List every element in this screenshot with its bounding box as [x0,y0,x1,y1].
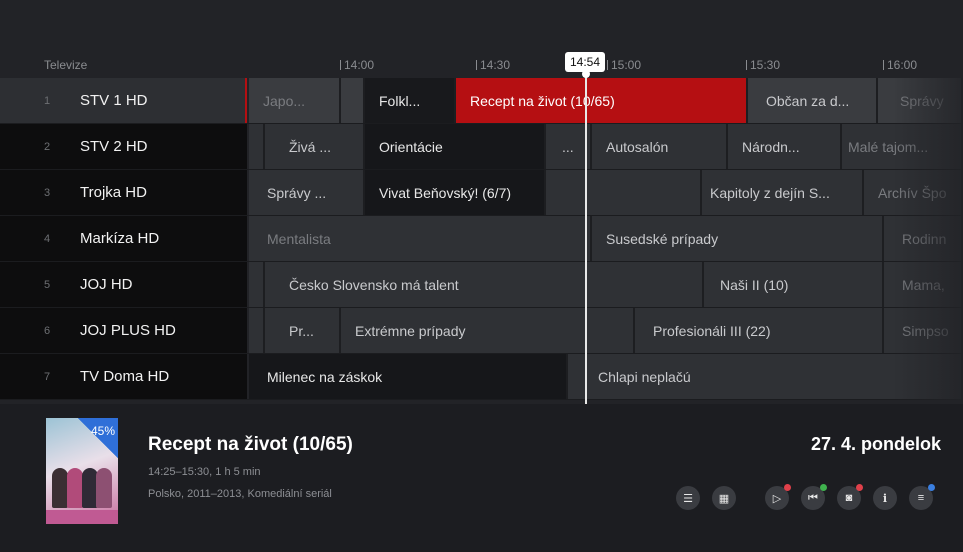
program-slot[interactable]: Občan za d... [748,78,878,123]
channel-name: Trojka HD [80,184,147,201]
program-slot[interactable]: Mama, [884,262,963,307]
poster-strip [46,510,118,524]
channel-name: TV Doma HD [80,368,170,385]
program-slot[interactable] [249,262,265,307]
program-slot-selected[interactable]: Recept na život (10/65) [456,78,748,123]
info-icon[interactable]: i [873,486,897,510]
channel-number: 3 [44,186,51,199]
menu-dot [928,484,935,491]
channel-number: 6 [44,324,51,337]
menu-icon[interactable]: ≡ [909,484,935,510]
program-slot[interactable]: Vivat Beňovský! (6/7) [365,170,546,215]
time-tick: 15:00 [607,58,641,72]
program-poster[interactable]: 45% [46,418,118,524]
channel-name: JOJ PLUS HD [80,322,176,339]
program-slot[interactable]: Naši II (10) [704,262,884,307]
time-tick: 14:00 [340,58,374,72]
program-slot[interactable]: Orientácie [365,124,546,169]
record-dot [856,484,863,491]
channel-number: 7 [44,370,51,383]
channel-number: 1 [44,94,51,107]
restart-icon[interactable]: ⏮ [801,484,827,510]
calendar-icon[interactable]: ▦ [712,486,736,510]
channel-row: 4 Markíza HD Mentalista Susedské prípady… [0,216,963,262]
channel-row: 7 TV Doma HD Milenec na záskok Chlapi ne… [0,354,963,400]
time-tick: 15:30 [746,58,780,72]
program-slot[interactable]: Archív Špo [864,170,963,215]
program-slot[interactable] [249,308,265,353]
channel-name: Markíza HD [80,230,160,247]
tv-guide-screen: Televize 14:00 14:30 15:00 15:30 16:00 1… [0,0,963,552]
program-meta: Polsko, 2011–2013, Komediální seriál [148,488,332,500]
guide-date: 27. 4. pondelok [810,434,941,454]
watch-progress-text: 45% [90,424,115,438]
program-title: Recept na život (10/65) [148,434,353,455]
program-slot[interactable]: Malé tajom... [842,124,963,169]
list-icon[interactable]: ☰ [676,486,700,510]
program-slot[interactable]: Česko Slovensko má talent [265,262,704,307]
program-slot[interactable]: Národn... [728,124,842,169]
play-dot [784,484,791,491]
guide-section-label: Televize [44,58,88,72]
program-slot[interactable]: Milenec na záskok [249,354,568,399]
program-slot[interactable]: Mentalista [249,216,592,261]
play-icon[interactable]: ▷ [765,484,791,510]
channel-cell[interactable]: 2 STV 2 HD [0,124,247,169]
current-time-marker [582,70,590,78]
record-icon[interactable]: ◙ [837,484,863,510]
channel-row: 1 STV 1 HD Japo... Folkl... Recept na ži… [0,78,963,124]
program-slot[interactable]: Autosalón [592,124,728,169]
time-tick: 16:00 [883,58,917,72]
channel-name: JOJ HD [80,276,133,293]
channel-cell[interactable]: 7 TV Doma HD [0,354,247,399]
program-slot[interactable] [341,78,365,123]
channel-cell[interactable]: 4 Markíza HD [0,216,247,261]
watch-progress-badge: 45% [78,418,118,458]
channel-cell[interactable]: 1 STV 1 HD [0,78,247,123]
program-slot[interactable]: Správy ... [249,170,365,215]
channel-row: 3 Trojka HD Správy ... Vivat Beňovský! (… [0,170,963,216]
program-slot[interactable]: Profesionáli III (22) [635,308,884,353]
channel-row: 6 JOJ PLUS HD Pr... Extrémne prípady Pro… [0,308,963,354]
program-slot[interactable]: Japo... [249,78,341,123]
channel-number: 4 [44,232,51,245]
channel-number: 2 [44,140,51,153]
current-time-line [585,72,587,404]
program-detail-panel: 45% Recept na život (10/65) 14:25–15:30,… [0,404,963,552]
program-slot[interactable] [546,170,702,215]
poster-figures [52,454,112,508]
program-slot[interactable]: Kapitoly z dejín S... [702,170,864,215]
program-slot[interactable] [249,124,265,169]
restart-dot [820,484,827,491]
channel-cell[interactable]: 5 JOJ HD [0,262,247,307]
program-slot[interactable]: Chlapi neplačú [568,354,963,399]
program-slot[interactable]: Živá ... [265,124,365,169]
channel-row: 2 STV 2 HD Živá ... Orientácie ... Autos… [0,124,963,170]
program-slot[interactable]: Extrémne prípady [341,308,635,353]
program-slot[interactable]: Folkl... [365,78,456,123]
program-slot[interactable]: Pr... [265,308,341,353]
program-slot[interactable]: Správy [878,78,963,123]
channel-name: STV 1 HD [80,92,148,109]
channel-cell[interactable]: 6 JOJ PLUS HD [0,308,247,353]
time-tick: 14:30 [476,58,510,72]
current-time-badge: 14:54 [565,52,605,72]
program-slot[interactable]: Rodinn [884,216,963,261]
channel-cell[interactable]: 3 Trojka HD [0,170,247,215]
channel-number: 5 [44,278,51,291]
program-time: 14:25–15:30, 1 h 5 min [148,466,261,478]
program-slot[interactable]: Simpso [884,308,963,353]
program-slot[interactable]: Susedské prípady [592,216,884,261]
channel-rows: 1 STV 1 HD Japo... Folkl... Recept na ži… [0,78,963,400]
channel-name: STV 2 HD [80,138,148,155]
channel-row: 5 JOJ HD Česko Slovensko má talent Naši … [0,262,963,308]
